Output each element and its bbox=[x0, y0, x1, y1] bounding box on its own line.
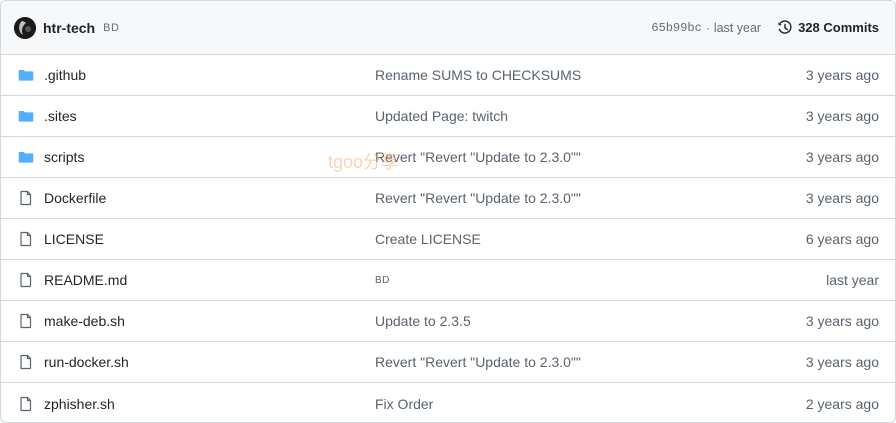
file-icon bbox=[20, 272, 32, 288]
file-icon bbox=[20, 313, 32, 329]
file-commit-age: 3 years ago bbox=[805, 108, 879, 124]
file-row[interactable]: LICENSE Create LICENSE 6 years ago bbox=[1, 219, 895, 260]
avatar[interactable] bbox=[14, 16, 36, 39]
file-commit-message[interactable]: BD bbox=[375, 275, 826, 286]
file-row[interactable]: .sites Updated Page: twitch 3 years ago bbox=[1, 96, 895, 137]
commit-author[interactable]: htr-tech bbox=[43, 20, 95, 36]
file-row[interactable]: scripts Revert "Revert "Update to 2.3.0""… bbox=[1, 137, 895, 178]
file-row[interactable]: zphisher.sh Fix Order 2 years ago bbox=[1, 383, 895, 422]
file-row[interactable]: .github Rename SUMS to CHECKSUMS 3 years a… bbox=[1, 55, 895, 96]
file-commit-message[interactable]: Rename SUMS to CHECKSUMS bbox=[375, 67, 806, 83]
file-row[interactable]: README.md BD last year bbox=[1, 260, 895, 301]
folder-icon-wrap bbox=[17, 107, 35, 125]
file-commit-message[interactable]: Create LICENSE bbox=[375, 231, 806, 247]
file-row[interactable]: run-docker.sh Revert "Revert "Update to 2… bbox=[1, 342, 895, 383]
file-icon bbox=[20, 231, 32, 247]
commits-history-link[interactable]: 328 Commits bbox=[777, 19, 879, 36]
latest-commit-message[interactable]: BD bbox=[103, 22, 119, 34]
file-icon bbox=[20, 396, 32, 411]
file-commit-message[interactable]: Revert "Revert "Update to 2.3.0"" bbox=[375, 190, 806, 206]
file-commit-message[interactable]: Revert "Revert "Update to 2.3.0"" bbox=[375, 354, 806, 370]
file-icon-wrap bbox=[17, 395, 35, 413]
folder-icon bbox=[18, 70, 34, 81]
file-commit-age: 2 years ago bbox=[805, 395, 879, 412]
file-commit-age: 3 years ago bbox=[805, 313, 879, 329]
file-commit-age: 3 years ago bbox=[805, 67, 879, 83]
file-row[interactable]: make-deb.sh Update to 2.3.5 3 years ago bbox=[1, 301, 895, 342]
file-name-link[interactable]: LICENSE bbox=[44, 231, 375, 247]
file-icon bbox=[20, 190, 32, 206]
file-commit-message[interactable]: Fix Order bbox=[375, 396, 806, 412]
file-icon bbox=[20, 354, 32, 370]
commit-time: last year bbox=[713, 20, 762, 35]
file-icon-wrap bbox=[17, 312, 35, 330]
history-icon bbox=[778, 19, 792, 34]
file-icon-wrap bbox=[17, 353, 35, 371]
file-name-link[interactable]: README.md bbox=[44, 272, 375, 288]
file-icon-wrap bbox=[17, 230, 35, 248]
file-row[interactable]: Dockerfile Revert "Revert "Update to 2.3.… bbox=[1, 178, 895, 219]
commits-count: 328 Commits bbox=[798, 20, 879, 35]
file-name-link[interactable]: Dockerfile bbox=[44, 190, 375, 206]
file-name-link[interactable]: run-docker.sh bbox=[44, 354, 375, 370]
folder-icon bbox=[18, 111, 34, 122]
avatar-image-icon bbox=[14, 16, 36, 39]
commit-sha[interactable]: 65b99bc bbox=[651, 21, 701, 35]
file-browser: htr-tech BD 65b99bc · last year 328 Comm… bbox=[0, 0, 896, 423]
separator-dot: · bbox=[705, 20, 710, 35]
file-name-link[interactable]: .sites bbox=[44, 108, 375, 124]
file-commit-age: last year bbox=[826, 272, 879, 288]
file-icon-wrap bbox=[17, 189, 35, 207]
file-name-link[interactable]: zphisher.sh bbox=[44, 396, 375, 412]
file-commit-age: 3 years ago bbox=[805, 149, 879, 165]
folder-icon bbox=[18, 152, 34, 163]
file-commit-age: 3 years ago bbox=[805, 190, 879, 206]
file-commit-age: 3 years ago bbox=[805, 354, 879, 370]
folder-icon-wrap bbox=[17, 66, 35, 84]
file-name-link[interactable]: make-deb.sh bbox=[44, 313, 375, 329]
file-commit-age: 6 years ago bbox=[805, 231, 879, 247]
file-commit-message[interactable]: Updated Page: twitch bbox=[375, 108, 806, 124]
file-commit-message[interactable]: Revert "Revert "Update to 2.3.0"" bbox=[375, 149, 806, 165]
file-name-link[interactable]: .github bbox=[44, 67, 375, 83]
latest-commit-bar: htr-tech BD 65b99bc · last year 328 Comm… bbox=[1, 1, 895, 55]
file-icon-wrap bbox=[17, 271, 35, 289]
file-list: .github Rename SUMS to CHECKSUMS 3 years a… bbox=[1, 55, 895, 422]
file-commit-message[interactable]: Update to 2.3.5 bbox=[375, 313, 806, 329]
folder-icon-wrap bbox=[17, 148, 35, 166]
file-name-link[interactable]: scripts bbox=[44, 149, 375, 165]
